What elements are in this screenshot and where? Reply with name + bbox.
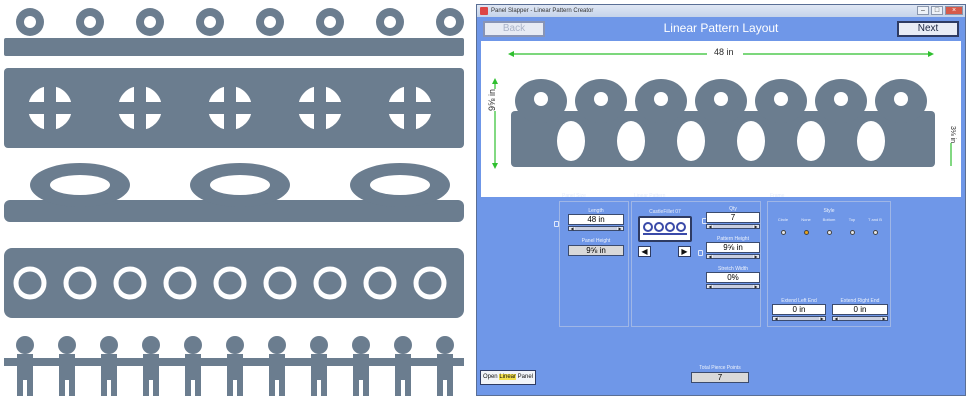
frame-style-label: Style [823,208,835,214]
pattern-preview: 48 in 9⅝ in 3⅛ in [481,41,961,197]
panel-size-title: Panel Size [562,193,586,199]
window-controls: – □ × [917,6,963,15]
extend-left-input[interactable]: 0 in [772,304,826,315]
style-option-label: Circle [777,217,789,222]
extend-right-field: Extend Right End 0 in ◀ ▶ [832,298,888,322]
style-option-t-and-b[interactable]: T and B [866,217,884,240]
total-pierce-points-label: Total Pierce Points [699,365,741,371]
panel-height-value: 9⅝ in [568,245,624,256]
length-input[interactable]: 48 in [568,214,624,225]
stretch-width-field: Stretch Width 0% ◀ ▶ [706,266,760,292]
extend-left-field: Extend Left End 0 in ◀ ▶ [772,298,826,322]
maximize-icon[interactable]: □ [931,6,943,15]
pattern-thumbnail-icon [643,222,687,235]
pattern-height-input[interactable]: 9⅝ in [706,242,760,253]
open-linear-highlight: Linear [499,374,517,380]
qty-stepper[interactable]: ◀ ▶ [706,224,760,229]
length-stepper[interactable]: ◀ ▶ [568,226,624,231]
extend-left-stepper[interactable]: ◀ ▶ [772,316,826,321]
minimize-icon[interactable]: – [917,6,929,15]
extend-right-input[interactable]: 0 in [832,304,888,315]
spiral-band [4,248,464,318]
pattern-samples-art [4,8,464,396]
qty-field: Qty 7 ◀ ▶ [706,206,760,232]
preview-art [492,51,952,169]
pattern-height-lock-icon[interactable] [698,250,703,256]
extend-right-stepper[interactable]: ◀ ▶ [832,316,888,321]
pattern-sample-strip [0,0,470,400]
radio-icon[interactable] [803,230,809,235]
height-dimension-label: 9⅝ in [487,88,497,111]
qty-input[interactable]: 7 [706,212,760,223]
lock-icon[interactable] [554,221,559,227]
style-option-label: Top [848,217,856,222]
linear-pattern-group: Linear Pattern CastleFillet 07 ◀ ▶ Qty 7… [631,193,761,327]
pattern-thumbnail[interactable]: CastleFillet 07 [638,209,692,242]
app-window: Panel Slapper - Linear Pattern Creator –… [476,4,966,396]
radio-icon[interactable] [780,230,786,235]
previous-pattern-button[interactable]: ◀ [638,246,651,257]
pattern-height-stepper[interactable]: ◀ ▶ [706,254,760,259]
total-pierce-points-value: 7 [691,372,749,383]
pattern-height-field: Pattern Height 9⅝ in ◀ ▶ [706,236,760,262]
next-pattern-button[interactable]: ▶ [678,246,691,257]
close-icon[interactable]: × [945,6,963,15]
panel-size-group: Panel Size Length 48 in ◀ ▶ Panel Height … [554,193,629,327]
total-pierce-points-field: Total Pierce Points 7 [691,365,749,389]
panel-height-field: Panel Height 9⅝ in [568,238,624,262]
length-field: Length 48 in ◀ ▶ [568,208,624,238]
next-button[interactable]: Next [897,21,959,37]
open-linear-panel-button[interactable]: Open Linear Panel [480,370,536,385]
frame-style-group: Style Circle None Bottom Top T and B [772,208,886,235]
open-linear-pre: Open [482,374,500,380]
cross-tile-band [4,68,464,148]
style-option-top[interactable]: Top [843,217,861,240]
stretch-width-input[interactable]: 0% [706,272,760,283]
style-option-label: T and B [868,217,882,222]
end-height-dimension-label: 3⅛ in [948,125,956,144]
window-title: Panel Slapper - Linear Pattern Creator [491,8,594,14]
page-title: Linear Pattern Layout [663,21,779,35]
stretch-width-stepper[interactable]: ◀ ▶ [706,284,760,289]
paper-doll-band [4,336,464,396]
radio-icon[interactable] [849,230,855,235]
style-option-label: None [801,217,811,222]
frame-title: Frame [770,193,785,199]
linear-pattern-title: Linear Pattern [634,193,666,199]
frame-group: Frame Style Circle None Bottom Top T and B E… [767,193,891,327]
style-option-bottom[interactable]: Bottom [820,217,838,240]
style-option-circle[interactable]: Circle [774,217,792,240]
open-linear-post: Panel [516,374,534,380]
header-bar: Back Linear Pattern Layout Next [477,17,965,39]
style-option-none[interactable]: None [797,217,815,240]
scroll-band-1 [4,8,464,56]
pattern-name: CastleFillet 07 [649,209,681,215]
style-option-label: Bottom [822,217,836,222]
title-bar: Panel Slapper - Linear Pattern Creator –… [477,5,965,17]
app-icon [480,7,488,15]
length-dimension-label: 48 in [711,47,737,57]
radio-icon[interactable] [826,230,832,235]
panel-height-label: Panel Height [581,238,611,244]
radio-icon[interactable] [872,230,878,235]
